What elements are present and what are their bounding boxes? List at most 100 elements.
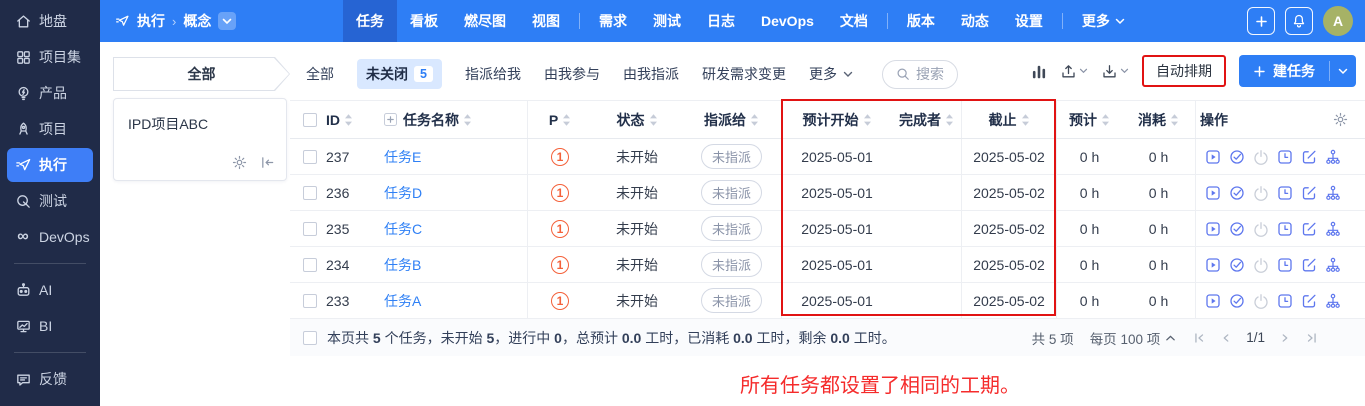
nav-tab-view[interactable]: 视图 bbox=[519, 0, 573, 42]
nav-tab-devops[interactable]: DevOps bbox=[748, 0, 827, 42]
export-button[interactable] bbox=[1060, 63, 1088, 80]
start-icon[interactable] bbox=[1205, 149, 1221, 165]
edit-icon[interactable] bbox=[1301, 293, 1317, 309]
sort-icon[interactable] bbox=[463, 113, 472, 127]
sidebar-item-product[interactable]: 产品 bbox=[7, 76, 93, 110]
finish-icon[interactable] bbox=[1229, 221, 1245, 237]
row-checkbox[interactable] bbox=[303, 257, 317, 272]
sort-icon[interactable] bbox=[945, 113, 954, 127]
nav-tab-task[interactable]: 任务 bbox=[343, 0, 397, 42]
task-name-link[interactable]: 任务C bbox=[384, 219, 422, 239]
finish-icon[interactable] bbox=[1229, 257, 1245, 273]
collapse-panel-icon[interactable] bbox=[260, 155, 275, 170]
global-create-button[interactable] bbox=[1247, 7, 1275, 35]
task-name-link[interactable]: 任务E bbox=[384, 147, 421, 167]
filter-more[interactable]: 更多 bbox=[809, 64, 853, 84]
nav-tab-more[interactable]: 更多 bbox=[1069, 0, 1138, 42]
first-page-button[interactable] bbox=[1192, 331, 1206, 345]
import-button[interactable] bbox=[1101, 63, 1129, 80]
edit-icon[interactable] bbox=[1301, 149, 1317, 165]
create-task-dropdown[interactable] bbox=[1330, 55, 1356, 87]
nav-tab-story[interactable]: 需求 bbox=[586, 0, 640, 42]
sort-icon[interactable] bbox=[750, 113, 759, 127]
edit-icon[interactable] bbox=[1301, 185, 1317, 201]
project-switch-chevron-icon[interactable] bbox=[218, 12, 237, 30]
subdivide-icon[interactable] bbox=[1325, 221, 1341, 237]
log-effort-icon[interactable] bbox=[1277, 185, 1293, 201]
sidebar-item-ai[interactable]: AI bbox=[7, 273, 93, 307]
project-card-name[interactable]: IPD项目ABC bbox=[128, 114, 208, 134]
report-chart-button[interactable] bbox=[1031, 63, 1047, 79]
nav-tab-log[interactable]: 日志 bbox=[694, 0, 748, 42]
log-effort-icon[interactable] bbox=[1277, 257, 1293, 273]
next-page-button[interactable] bbox=[1278, 331, 1292, 345]
nav-tab-doc[interactable]: 文档 bbox=[827, 0, 881, 42]
subdivide-icon[interactable] bbox=[1325, 293, 1341, 309]
avatar[interactable]: A bbox=[1323, 6, 1353, 36]
subdivide-icon[interactable] bbox=[1325, 257, 1341, 273]
sidebar-item-bi[interactable]: BI bbox=[7, 309, 93, 343]
assignee-pill[interactable]: 未指派 bbox=[700, 252, 762, 277]
nav-tab-kanban[interactable]: 看板 bbox=[397, 0, 451, 42]
row-checkbox[interactable] bbox=[303, 293, 317, 308]
finish-icon[interactable] bbox=[1229, 185, 1245, 201]
select-all-checkbox[interactable] bbox=[303, 112, 317, 127]
filter-all[interactable]: 全部 bbox=[306, 64, 334, 84]
edit-icon[interactable] bbox=[1301, 257, 1317, 273]
start-icon[interactable] bbox=[1205, 221, 1221, 237]
log-effort-icon[interactable] bbox=[1277, 149, 1293, 165]
breadcrumb-module[interactable]: 执行 bbox=[137, 11, 165, 31]
subdivide-icon[interactable] bbox=[1325, 149, 1341, 165]
sort-icon[interactable] bbox=[1170, 113, 1179, 127]
subdivide-icon[interactable] bbox=[1325, 185, 1341, 201]
sort-icon[interactable] bbox=[344, 113, 353, 127]
sidebar-item-devops[interactable]: ∞ DevOps bbox=[7, 220, 93, 254]
sidebar-item-execution[interactable]: 执行 bbox=[7, 148, 93, 182]
sidebar-item-feedback[interactable]: 反馈 bbox=[7, 362, 93, 396]
search-input[interactable]: 搜索 bbox=[881, 59, 958, 89]
sort-icon[interactable] bbox=[562, 113, 571, 127]
sidebar-item-home[interactable]: 地盘 bbox=[7, 4, 93, 38]
nav-tab-dynamic[interactable]: 动态 bbox=[948, 0, 1002, 42]
prev-page-button[interactable] bbox=[1219, 331, 1233, 345]
edit-icon[interactable] bbox=[1301, 221, 1317, 237]
table-settings-gear-icon[interactable] bbox=[1333, 112, 1348, 127]
log-effort-icon[interactable] bbox=[1277, 293, 1293, 309]
auto-schedule-button[interactable]: 自动排期 bbox=[1142, 55, 1226, 87]
log-effort-icon[interactable] bbox=[1277, 221, 1293, 237]
nav-tab-setting[interactable]: 设置 bbox=[1002, 0, 1056, 42]
filter-assigned-by-me[interactable]: 由我指派 bbox=[623, 64, 679, 84]
filter-assigned-to-me[interactable]: 指派给我 bbox=[465, 64, 521, 84]
finish-icon[interactable] bbox=[1229, 149, 1245, 165]
project-card[interactable]: IPD项目ABC bbox=[113, 98, 287, 181]
expand-all-icon[interactable] bbox=[384, 113, 397, 126]
task-name-link[interactable]: 任务B bbox=[384, 255, 421, 275]
start-icon[interactable] bbox=[1205, 293, 1221, 309]
assignee-pill[interactable]: 未指派 bbox=[700, 144, 762, 169]
start-icon[interactable] bbox=[1205, 185, 1221, 201]
sort-icon[interactable] bbox=[1101, 113, 1110, 127]
assignee-pill[interactable]: 未指派 bbox=[700, 180, 762, 205]
sort-icon[interactable] bbox=[649, 113, 658, 127]
create-task-button[interactable]: 建任务 bbox=[1239, 55, 1356, 87]
sidebar-item-program[interactable]: 项目集 bbox=[7, 40, 93, 74]
sort-icon[interactable] bbox=[1021, 113, 1030, 127]
start-icon[interactable] bbox=[1205, 257, 1221, 273]
row-checkbox[interactable] bbox=[303, 149, 317, 164]
task-name-link[interactable]: 任务D bbox=[384, 183, 422, 203]
nav-tab-burndown[interactable]: 燃尽图 bbox=[451, 0, 519, 42]
task-name-link[interactable]: 任务A bbox=[384, 291, 421, 311]
assignee-pill[interactable]: 未指派 bbox=[700, 288, 762, 313]
project-settings-gear-icon[interactable] bbox=[232, 155, 247, 170]
assignee-pill[interactable]: 未指派 bbox=[700, 216, 762, 241]
sidebar-item-project[interactable]: 项目 bbox=[7, 112, 93, 146]
last-page-button[interactable] bbox=[1305, 331, 1319, 345]
row-checkbox[interactable] bbox=[303, 221, 317, 236]
sort-icon[interactable] bbox=[863, 113, 872, 127]
notifications-button[interactable] bbox=[1285, 7, 1313, 35]
page-size-selector[interactable]: 每页 100 项 bbox=[1090, 328, 1177, 348]
sidebar-item-qa[interactable]: 测试 bbox=[7, 184, 93, 218]
filter-story-change[interactable]: 研发需求变更 bbox=[702, 64, 786, 84]
footer-checkbox[interactable] bbox=[303, 330, 317, 345]
nav-tab-build[interactable]: 版本 bbox=[894, 0, 948, 42]
